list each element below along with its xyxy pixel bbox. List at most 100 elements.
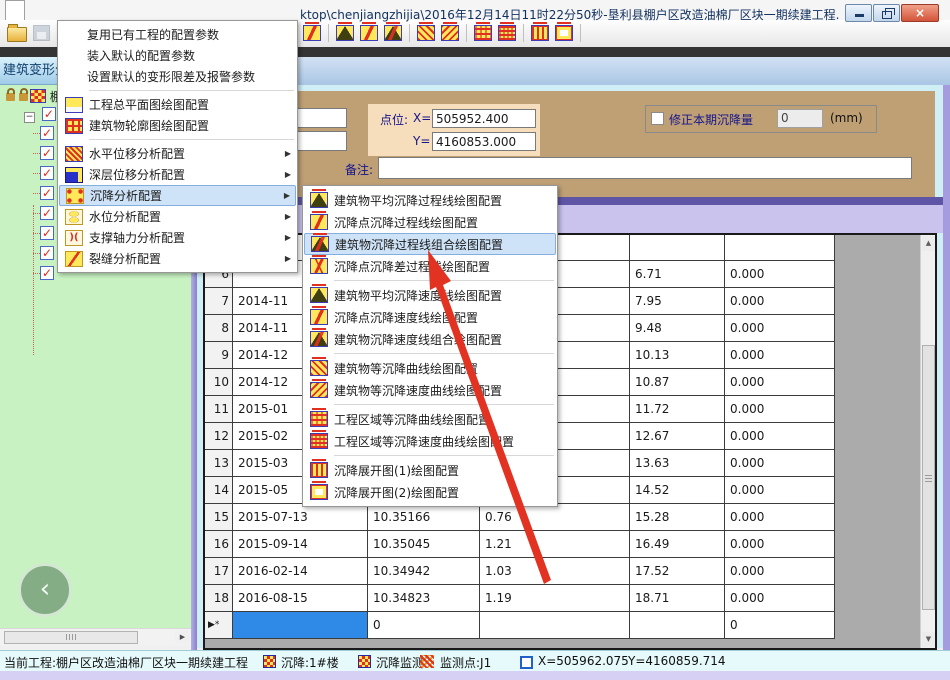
tree-item[interactable] <box>33 203 54 223</box>
submenu-item[interactable] <box>304 452 556 459</box>
elevation-cell[interactable]: 10.34823 <box>368 585 480 612</box>
tree-item[interactable] <box>33 183 54 203</box>
load-cell[interactable]: 0.000 <box>725 423 835 450</box>
dropdown-menu-item[interactable]: 装入默认的配置参数 ▶ <box>59 45 296 66</box>
load-cell[interactable]: 0.000 <box>725 450 835 477</box>
fix-settlement-field[interactable]: 0 <box>777 109 823 128</box>
load-cell[interactable]: 0.000 <box>725 477 835 504</box>
date-cell[interactable]: 2016-08-15 <box>233 585 368 612</box>
iso-settlement-icon[interactable] <box>417 25 435 41</box>
menu-window[interactable] <box>79 0 97 20</box>
iso-speed-icon[interactable] <box>441 25 459 41</box>
region-iso-settlement-icon[interactable] <box>474 25 492 41</box>
table-header-cell[interactable] <box>630 235 725 261</box>
submenu-item[interactable]: 沉降点沉降速度线绘图配置 <box>304 306 556 328</box>
tree-checkbox[interactable] <box>40 146 54 160</box>
tree-item[interactable] <box>33 263 54 283</box>
fix-settlement-checkbox[interactable] <box>651 112 664 125</box>
load-cell[interactable]: 0 <box>725 612 835 639</box>
toolbar-icon[interactable] <box>328 24 329 42</box>
table-row[interactable]: 16 2015-09-14 10.35045 1.21 16.49 0.000 <box>205 531 835 558</box>
toolbar-icon[interactable] <box>409 24 410 42</box>
avg-settlement-curve-icon[interactable] <box>336 25 354 41</box>
total-settlement-cell[interactable]: 7.95 <box>630 288 725 315</box>
total-settlement-cell[interactable]: 13.63 <box>630 450 725 477</box>
load-cell[interactable]: 0.000 <box>725 504 835 531</box>
close-button[interactable]: × <box>901 4 939 22</box>
submenu-item[interactable]: 建筑物等沉降速度曲线绘图配置 <box>304 379 556 401</box>
tree-root[interactable]: 棚 <box>4 87 62 105</box>
expand-chart1-icon[interactable] <box>531 25 549 41</box>
tree-item[interactable] <box>33 243 54 263</box>
date-cell[interactable] <box>233 612 368 639</box>
dropdown-menu-item[interactable]: 裂缝分析配置 ▶ <box>59 248 296 269</box>
dropdown-menu-item[interactable]: 复用已有工程的配置参数 ▶ <box>59 24 296 45</box>
current-settlement-cell[interactable]: 1.21 <box>480 531 630 558</box>
dropdown-menu-item[interactable]: 工程总平面图绘图配置 ▶ <box>59 94 296 115</box>
total-settlement-cell[interactable]: 9.48 <box>630 315 725 342</box>
collapse-panel-button[interactable]: ‹ <box>18 563 72 617</box>
total-settlement-cell[interactable] <box>630 612 725 639</box>
submenu-item[interactable]: 沉降点沉降差过程线绘图配置 <box>304 255 556 277</box>
total-settlement-cell[interactable]: 17.52 <box>630 558 725 585</box>
y-coordinate-field[interactable]: 4160853.000 <box>432 132 536 151</box>
remark-field[interactable] <box>378 157 912 179</box>
vscroll-down-arrow[interactable]: ▼ <box>922 632 935 647</box>
total-settlement-cell[interactable]: 16.49 <box>630 531 725 558</box>
hscroll-thumb[interactable] <box>4 631 138 644</box>
toolbar-icon[interactable] <box>523 24 524 42</box>
dropdown-menu-item[interactable]: 设置默认的变形限差及报警参数 ▶ <box>59 66 296 87</box>
submenu-item[interactable]: 建筑物等沉降曲线绘图配置 <box>304 357 556 379</box>
submenu-item[interactable]: 沉降展开图(1)绘图配置 <box>304 459 556 481</box>
load-cell[interactable]: 0.000 <box>725 342 835 369</box>
load-cell[interactable]: 0.000 <box>725 585 835 612</box>
elevation-cell[interactable]: 10.34942 <box>368 558 480 585</box>
load-cell[interactable]: 0.000 <box>725 369 835 396</box>
current-settlement-cell[interactable]: 0.76 <box>480 504 630 531</box>
submenu-item[interactable]: 沉降展开图(2)绘图配置 <box>304 481 556 503</box>
left-panel-hscrollbar[interactable]: ▶ <box>0 628 191 645</box>
tree-checkbox[interactable] <box>40 126 54 140</box>
total-settlement-cell[interactable]: 14.52 <box>630 477 725 504</box>
submenu-item[interactable]: 建筑物平均沉降过程线绘图配置 <box>304 189 556 211</box>
tree-item[interactable] <box>33 123 54 143</box>
table-row[interactable]: 15 2015-07-13 10.35166 0.76 15.28 0.000 <box>205 504 835 531</box>
open-folder-icon[interactable] <box>7 27 27 42</box>
total-settlement-cell[interactable]: 11.72 <box>630 396 725 423</box>
tree-checkbox[interactable] <box>40 166 54 180</box>
dropdown-menu-item[interactable]: ▶ <box>59 87 296 94</box>
dropdown-menu-item[interactable]: ▶ <box>59 136 296 143</box>
total-settlement-cell[interactable]: 10.87 <box>630 369 725 396</box>
date-cell[interactable]: 2015-07-13 <box>233 504 368 531</box>
elevation-cell[interactable]: 10.35045 <box>368 531 480 558</box>
submenu-item[interactable]: 建筑物平均沉降速度线绘图配置 <box>304 284 556 306</box>
total-settlement-cell[interactable]: 15.28 <box>630 504 725 531</box>
tree-checkbox[interactable] <box>40 206 54 220</box>
hscroll-right-arrow[interactable]: ▶ <box>175 630 190 644</box>
total-settlement-cell[interactable]: 12.67 <box>630 423 725 450</box>
dropdown-menu-item[interactable]: 支撑轴力分析配置 ▶ <box>59 227 296 248</box>
submenu-item[interactable]: 建筑物沉降过程线组合绘图配置 <box>304 233 556 255</box>
load-cell[interactable]: 0.000 <box>725 531 835 558</box>
table-row[interactable]: 17 2016-02-14 10.34942 1.03 17.52 0.000 <box>205 558 835 585</box>
table-vscrollbar[interactable]: ▲ ▼ <box>920 235 936 648</box>
toolbar-icon[interactable] <box>580 24 581 42</box>
tree-item[interactable] <box>33 163 54 183</box>
total-settlement-cell[interactable]: 18.71 <box>630 585 725 612</box>
dropdown-menu-item[interactable]: 建筑物轮廓图绘图配置 ▶ <box>59 115 296 136</box>
tree-checkbox[interactable] <box>42 107 56 121</box>
load-cell[interactable]: 0.000 <box>725 288 835 315</box>
settlement-curve-icon[interactable] <box>303 25 321 41</box>
tree-item[interactable] <box>33 223 54 243</box>
dropdown-menu-item[interactable]: 水平位移分析配置 ▶ <box>59 143 296 164</box>
menu-query-report[interactable] <box>61 0 79 20</box>
load-cell[interactable]: 0.000 <box>725 558 835 585</box>
menu-system-config[interactable] <box>5 0 25 20</box>
restore-button[interactable] <box>873 4 900 22</box>
tree-checkbox[interactable] <box>40 226 54 240</box>
table-row[interactable]: ▶* 0 0 <box>205 612 835 639</box>
point-settlement-curve-icon[interactable] <box>360 25 378 41</box>
total-settlement-cell[interactable]: 6.71 <box>630 261 725 288</box>
vscroll-thumb[interactable] <box>922 345 935 610</box>
table-row[interactable]: 18 2016-08-15 10.34823 1.19 18.71 0.000 <box>205 585 835 612</box>
